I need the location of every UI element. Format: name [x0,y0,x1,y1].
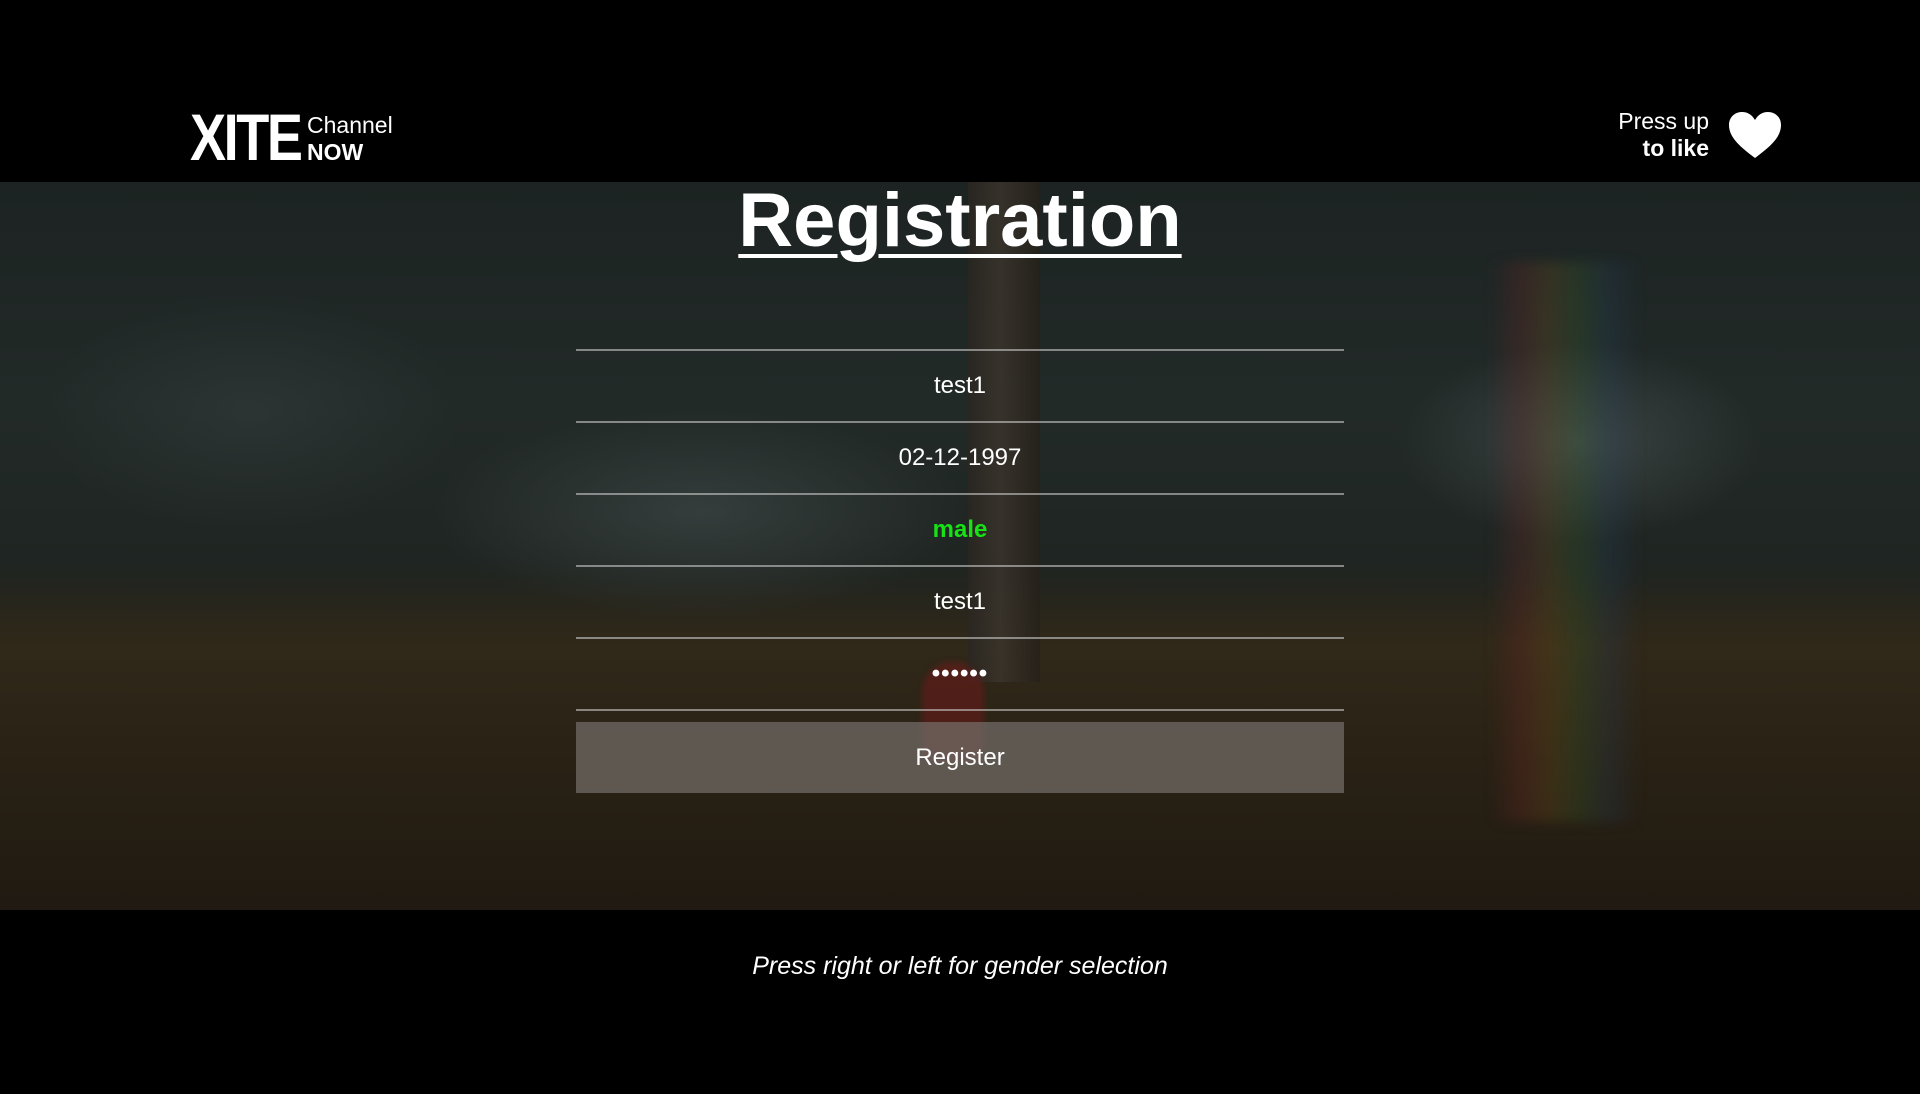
username-field[interactable]: test1 [576,349,1344,421]
gender-selector[interactable]: male [576,493,1344,565]
channel-label: Channel [307,112,393,138]
channel-name: NOW [307,139,364,165]
xite-logo: XITE [190,100,303,174]
channel-label-group: Channel NOW [307,112,393,166]
channel-logo: XITE Channel NOW [190,100,393,174]
heart-icon[interactable] [1727,110,1783,160]
like-hint-line1: Press up [1618,108,1709,134]
like-hint: Press up to like [1618,108,1783,162]
app-screen: XITE Channel NOW Press up to like Regist… [0,0,1920,1094]
rainbow [1490,262,1640,822]
registration-form: test1 02-12-1997 male test1 •••••• Regis… [576,349,1344,793]
page-title: Registration [0,176,1920,266]
registration-title: Registration [738,178,1182,263]
like-hint-text: Press up to like [1618,108,1709,162]
email-field[interactable]: test1 [576,565,1344,637]
password-field[interactable]: •••••• [576,637,1344,711]
like-hint-line2: to like [1642,135,1709,161]
register-button[interactable]: Register [576,722,1344,793]
birthdate-field[interactable]: 02-12-1997 [576,421,1344,493]
top-bar: XITE Channel NOW Press up to like [0,0,1920,182]
navigation-hint: Press right or left for gender selection [752,952,1168,980]
